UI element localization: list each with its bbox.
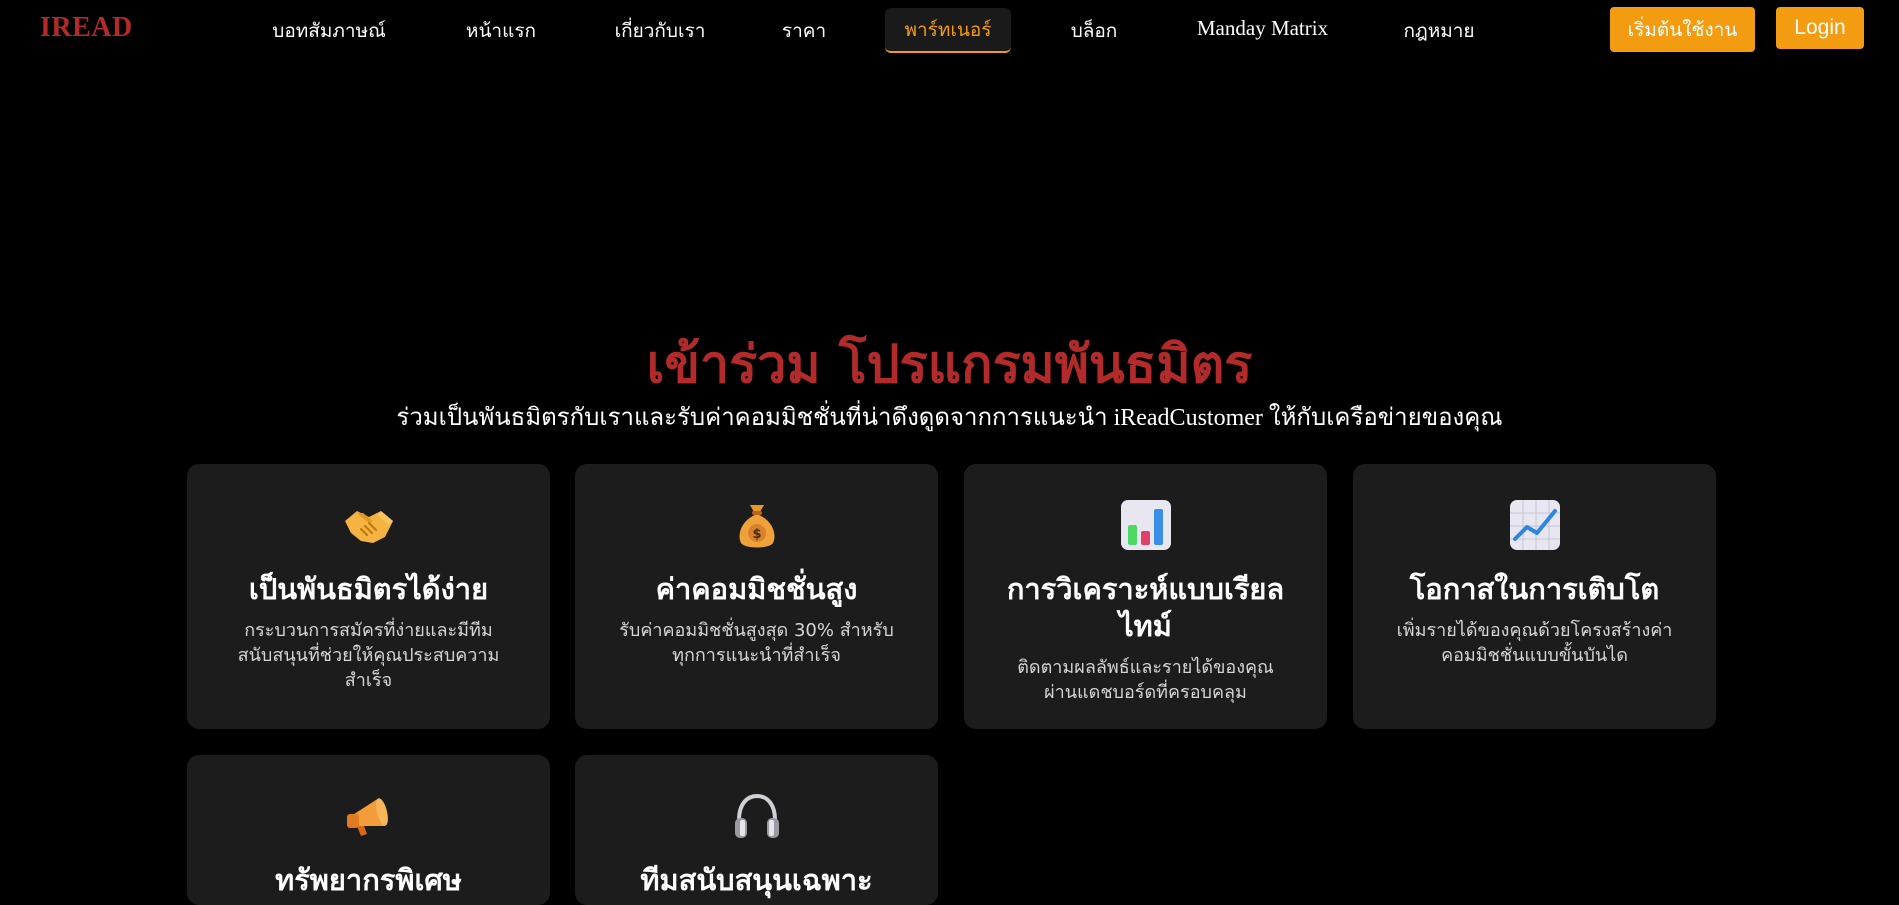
logo[interactable]: IREAD xyxy=(40,12,133,44)
nav-link-partner[interactable]: พาร์ทเนอร์ xyxy=(885,8,1011,53)
money-bag-icon: $ xyxy=(739,505,774,548)
feature-card-high-commission: $ ค่าคอมมิชชั่นสูง รับค่าคอมมิชชั่นสูงสุ… xyxy=(575,464,938,729)
svg-text:$: $ xyxy=(752,527,761,542)
card-description: กระบวนการสมัครที่ง่ายและมีทีมสนับสนุนที่… xyxy=(237,620,500,691)
page-title: เข้าร่วม โปรแกรมพันธมิตร xyxy=(646,335,1253,395)
card-description: เพิ่มรายได้ของคุณด้วยโครงสร้างค่าคอมมิชช… xyxy=(1396,620,1673,666)
feature-card-special-resources: ทรัพยากรพิเศษ xyxy=(187,755,550,905)
nav-link-about[interactable]: เกี่ยวกับเรา xyxy=(608,8,712,53)
headphones-icon xyxy=(734,793,779,838)
card-title: การวิเคราะห์แบบเรียลไทม์ xyxy=(1006,572,1285,643)
nav-link-manday-matrix[interactable]: Manday Matrix xyxy=(1195,8,1330,48)
nav-link-interview-bot[interactable]: บอทสัมภาษณ์ xyxy=(265,8,393,53)
nav-link-pricing[interactable]: ราคา xyxy=(776,8,832,53)
login-button[interactable]: Login xyxy=(1776,7,1864,49)
bar-chart-icon xyxy=(1120,500,1171,550)
card-title: เป็นพันธมิตรได้ง่าย xyxy=(248,572,489,606)
page-subtitle: ร่วมเป็นพันธมิตรกับเราและรับค่าคอมมิชชั่… xyxy=(396,405,1503,431)
start-button[interactable]: เริ่มต้นใช้งาน xyxy=(1610,7,1755,52)
card-title: ทีมสนับสนุนเฉพาะ xyxy=(640,863,873,897)
growth-chart-icon xyxy=(1509,500,1560,550)
megaphone-icon xyxy=(346,798,388,836)
nav-link-home[interactable]: หน้าแรก xyxy=(458,8,544,53)
card-description: ติดตามผลลัพธ์และรายได้ของคุณผ่านแดชบอร์ด… xyxy=(1017,657,1274,703)
handshake-icon xyxy=(344,511,393,543)
nav-link-legal[interactable]: กฎหมาย xyxy=(1398,8,1480,53)
card-title: โอกาสในการเติบโต xyxy=(1409,572,1660,606)
card-description: รับค่าคอมมิชชั่นสูงสุด 30% สำหรับทุกการแ… xyxy=(619,620,894,666)
feature-card-growth: โอกาสในการเติบโต เพิ่มรายได้ของคุณด้วยโค… xyxy=(1353,464,1716,729)
feature-card-easy-partner: เป็นพันธมิตรได้ง่าย กระบวนการสมัครที่ง่า… xyxy=(187,464,550,729)
feature-card-realtime-analytics: การวิเคราะห์แบบเรียลไทม์ ติดตามผลลัพธ์แล… xyxy=(964,464,1327,729)
card-title: ทรัพยากรพิเศษ xyxy=(275,863,462,897)
card-title: ค่าคอมมิชชั่นสูง xyxy=(655,572,858,606)
feature-card-dedicated-support: ทีมสนับสนุนเฉพาะ xyxy=(575,755,938,905)
nav-link-blog[interactable]: บล็อก xyxy=(1064,8,1124,53)
top-navigation: IREAD บอทสัมภาษณ์ หน้าแรก เกี่ยวกับเรา ร… xyxy=(0,0,1899,60)
